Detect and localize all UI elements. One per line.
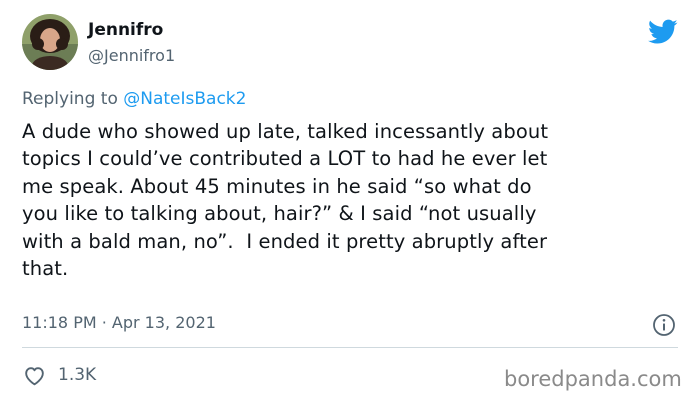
tweet-text: A dude who showed up late, talked incess… xyxy=(22,120,549,281)
reply-prefix: Replying to xyxy=(22,89,124,109)
reply-mention-link[interactable]: @NateIsBack2 xyxy=(123,89,246,109)
info-icon[interactable] xyxy=(652,313,676,337)
author-handle[interactable]: @Jennifro1 xyxy=(88,45,175,67)
avatar[interactable] xyxy=(22,14,78,70)
twitter-bird-icon[interactable] xyxy=(648,19,678,45)
tweet-card: Jennifro @Jennifro1 Replying to @NateIsB… xyxy=(0,0,700,402)
watermark: boredpanda.com xyxy=(504,367,682,391)
like-count[interactable]: 1.3K xyxy=(58,364,96,386)
divider xyxy=(22,347,678,348)
reply-context: Replying to @NateIsBack2 xyxy=(22,87,246,111)
tweet-timestamp[interactable]: 11:18 PM · Apr 13, 2021 xyxy=(22,312,216,334)
avatar-photo xyxy=(22,14,78,70)
author-name[interactable]: Jennifro xyxy=(88,19,163,41)
heart-icon[interactable] xyxy=(22,363,47,388)
